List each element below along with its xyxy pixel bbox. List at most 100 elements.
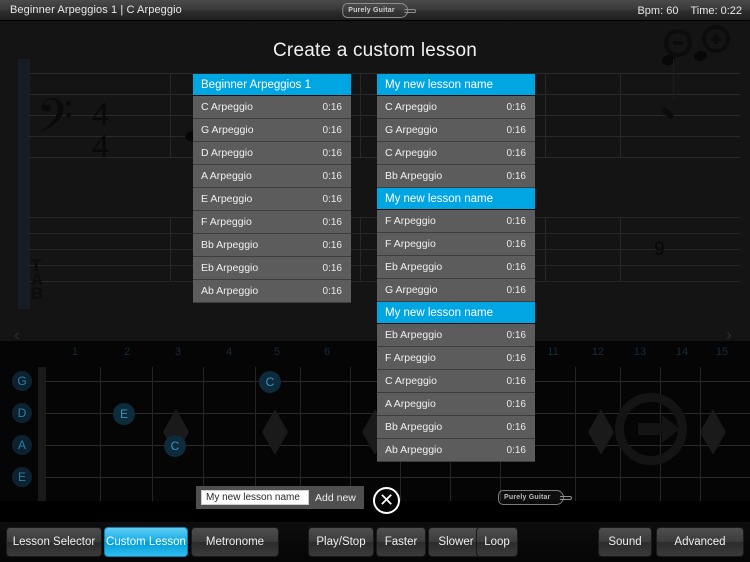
list-item-duration: 0:16: [506, 421, 526, 433]
list-item[interactable]: C Arpeggio 0:16: [377, 96, 535, 119]
dialog-title: Create a custom lesson: [273, 40, 477, 61]
fret-wire: [203, 367, 204, 501]
prev-page-arrow[interactable]: ‹: [14, 326, 20, 341]
toolbar-button-sound[interactable]: Sound: [598, 527, 652, 557]
list-item[interactable]: A Arpeggio 0:16: [193, 165, 351, 188]
app-root: Beginner Arpeggios 1 | C Arpeggio Purely…: [0, 0, 750, 562]
open-string-a[interactable]: A: [12, 435, 32, 455]
open-string-g[interactable]: G: [12, 371, 32, 391]
toolbar-button-play-stop[interactable]: Play/Stop: [308, 527, 374, 557]
list-item[interactable]: Ab Arpeggio 0:16: [377, 439, 535, 462]
app-logo: Purely Guitar: [342, 3, 416, 18]
lesson-list-header[interactable]: Beginner Arpeggios 1: [193, 74, 351, 96]
list-item-label: G Arpeggio: [385, 284, 438, 296]
open-string-d[interactable]: D: [12, 403, 32, 423]
open-string-e[interactable]: E: [12, 467, 32, 487]
list-item[interactable]: Ab Arpeggio 0:16: [193, 280, 351, 303]
list-item-label: A Arpeggio: [201, 170, 252, 182]
note-stem: [673, 59, 674, 99]
fret-inlay: [262, 409, 288, 455]
list-item[interactable]: G Arpeggio 0:16: [377, 119, 535, 142]
list-item-duration: 0:16: [506, 170, 526, 182]
list-item[interactable]: Eb Arpeggio 0:16: [193, 257, 351, 280]
toolbar-button-loop[interactable]: Loop: [476, 527, 518, 557]
fret-number: 1: [71, 346, 79, 358]
list-item-duration: 0:16: [322, 262, 342, 274]
notation-area[interactable]: 𝄢 4 4 T A B 9 ‹ ›: [0, 21, 750, 341]
source-lesson-list[interactable]: Beginner Arpeggios 1C Arpeggio 0:16 G Arpe…: [193, 74, 351, 303]
list-item-label: F Arpeggio: [201, 216, 252, 228]
bass-clef-icon: 𝄢: [36, 88, 74, 156]
list-item[interactable]: G Arpeggio 0:16: [193, 119, 351, 142]
fret-number: 13: [633, 346, 647, 358]
list-item[interactable]: Bb Arpeggio 0:16: [377, 416, 535, 439]
list-item[interactable]: D Arpeggio 0:16: [193, 142, 351, 165]
list-item-label: D Arpeggio: [201, 147, 253, 159]
list-item[interactable]: E Arpeggio 0:16: [193, 188, 351, 211]
list-item-label: F Arpeggio: [385, 352, 436, 364]
list-item-duration: 0:16: [506, 444, 526, 456]
list-item[interactable]: F Arpeggio 0:16: [193, 211, 351, 234]
custom-lesson-header[interactable]: My new lesson name: [377, 188, 535, 210]
list-item[interactable]: C Arpeggio 0:16: [377, 142, 535, 165]
bpm-status: Bpm: 60: [637, 4, 679, 17]
toolbar-button-faster[interactable]: Faster: [376, 527, 426, 557]
toolbar-button-metronome[interactable]: Metronome: [191, 527, 279, 557]
list-item-duration: 0:16: [322, 101, 342, 113]
title-bar-status: Bpm: 60 Time: 0:22: [637, 0, 742, 21]
list-item-duration: 0:16: [506, 101, 526, 113]
dialog-logo: Purely Guitar: [498, 490, 572, 505]
list-item[interactable]: G Arpeggio 0:16: [377, 279, 535, 302]
close-dialog-button[interactable]: ✕: [373, 487, 400, 514]
list-item[interactable]: F Arpeggio 0:16: [377, 233, 535, 256]
fretboard-string: [38, 477, 750, 478]
fret-number: 12: [591, 346, 605, 358]
list-item[interactable]: F Arpeggio 0:16: [377, 210, 535, 233]
toolbar-button-advanced[interactable]: Advanced: [656, 527, 744, 557]
new-lesson-name-input[interactable]: [201, 490, 309, 505]
fretboard[interactable]: 1 2 3 4 5 6 11 12 13 14 15 G D A E C E C: [0, 341, 750, 501]
tab-fret-number: 9: [654, 239, 665, 260]
bar-line: [170, 73, 171, 158]
fret-number: 2: [123, 346, 131, 358]
list-item[interactable]: Eb Arpeggio 0:16: [377, 256, 535, 279]
list-item-label: Bb Arpeggio: [385, 421, 443, 433]
logo-label: Purely Guitar: [348, 7, 395, 14]
fret-wire: [300, 367, 301, 501]
bar-line: [620, 73, 621, 158]
bar-line: [545, 73, 546, 158]
list-item-duration: 0:16: [322, 147, 342, 159]
list-item-label: C Arpeggio: [385, 375, 437, 387]
toolbar-button-lesson-selector[interactable]: Lesson Selector: [6, 527, 102, 557]
fretboard-note[interactable]: E: [113, 403, 135, 425]
fretboard-note[interactable]: C: [259, 371, 281, 393]
custom-lesson-header[interactable]: My new lesson name: [377, 74, 535, 96]
list-item-duration: 0:16: [322, 216, 342, 228]
list-item[interactable]: C Arpeggio 0:16: [193, 96, 351, 119]
add-new-button[interactable]: Add new: [315, 492, 359, 504]
list-item-label: Eb Arpeggio: [201, 262, 259, 274]
bar-line: [545, 217, 546, 282]
toolbar-button-custom-lesson[interactable]: Custom Lesson: [104, 527, 188, 557]
list-item[interactable]: Eb Arpeggio 0:16: [377, 324, 535, 347]
loop-arrow-head: [662, 415, 680, 443]
list-item[interactable]: A Arpeggio 0:16: [377, 393, 535, 416]
list-item[interactable]: Bb Arpeggio 0:16: [193, 234, 351, 257]
list-item[interactable]: C Arpeggio 0:16: [377, 370, 535, 393]
list-item-duration: 0:16: [322, 239, 342, 251]
custom-lesson-header[interactable]: My new lesson name: [377, 302, 535, 324]
list-item-duration: 0:16: [322, 285, 342, 297]
list-item-label: Bb Arpeggio: [201, 239, 259, 251]
list-item[interactable]: F Arpeggio 0:16: [377, 347, 535, 370]
fretboard-note[interactable]: C: [164, 435, 186, 457]
logo-badge: Purely Guitar: [498, 490, 572, 505]
custom-lesson-list[interactable]: My new lesson name C Arpeggio 0:16 G Arpegg…: [377, 74, 535, 462]
fret-number: 5: [273, 346, 281, 358]
list-item-duration: 0:16: [506, 284, 526, 296]
list-item-duration: 0:16: [322, 170, 342, 182]
next-page-arrow[interactable]: ›: [726, 326, 732, 341]
fret-wire: [255, 367, 256, 501]
list-item[interactable]: Bb Arpeggio 0:16: [377, 165, 535, 188]
notation-left-gutter: [18, 59, 30, 309]
bar-line: [360, 73, 361, 158]
